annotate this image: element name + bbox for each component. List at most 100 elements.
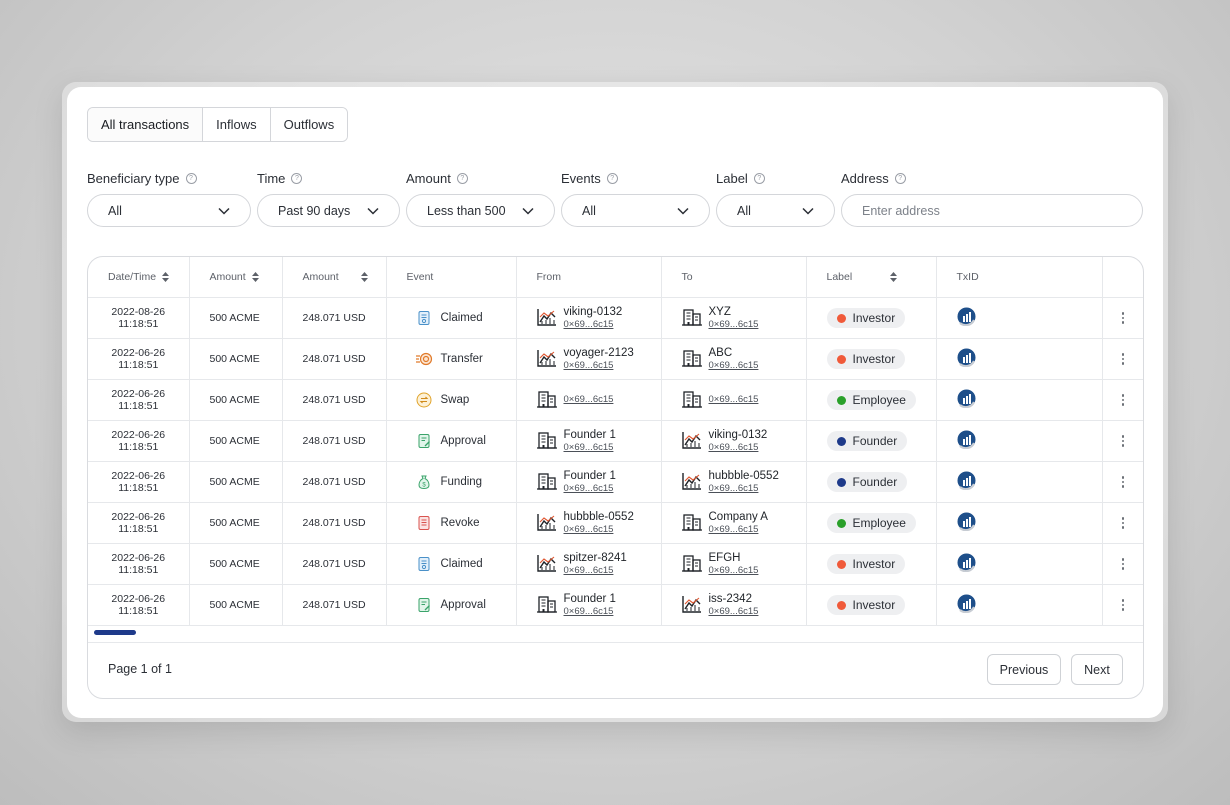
txid-explorer-icon[interactable] xyxy=(957,512,976,534)
label-badge: Employee xyxy=(826,390,916,410)
kebab-menu-icon[interactable] xyxy=(1103,517,1144,529)
kebab-menu-icon[interactable] xyxy=(1103,599,1144,611)
from-address-link[interactable]: 0×69...6c15 xyxy=(564,483,616,495)
label-badge: Investor xyxy=(826,595,906,615)
help-icon[interactable]: ? xyxy=(456,173,468,184)
from-address-link[interactable]: 0×69...6c15 xyxy=(564,606,616,618)
from-cell: hubbble-0552 0×69...6c15 xyxy=(516,502,662,544)
building-icon xyxy=(536,390,557,411)
label-badge: Investor xyxy=(826,308,906,328)
txid-explorer-icon[interactable] xyxy=(957,307,976,329)
table-row[interactable]: 2022-06-26 11:18:51 500 ACME 248.071 USD $ Fu… xyxy=(88,461,1144,503)
next-button[interactable]: Next xyxy=(1071,654,1123,685)
previous-button[interactable]: Previous xyxy=(987,654,1061,685)
from-name: Founder 1 xyxy=(563,469,616,482)
filter-label-time: Time? xyxy=(257,171,303,186)
to-address-link[interactable]: 0×69...6c15 xyxy=(709,360,759,372)
col-datetime[interactable]: Date/Time xyxy=(88,257,190,298)
kebab-menu-icon[interactable] xyxy=(1103,394,1144,406)
beneficiary-select[interactable]: All xyxy=(87,194,251,227)
table-row[interactable]: 2022-06-26 11:18:51 500 ACME 248.071 USD Tra… xyxy=(88,338,1144,380)
table-row[interactable]: 2022-08-26 11:18:51 500 ACME 248.071 USD Cla… xyxy=(88,297,1144,339)
from-address-link[interactable]: 0×69...6c15 xyxy=(564,524,634,536)
from-address-link[interactable]: 0×69...6c15 xyxy=(564,442,616,454)
horizontal-scrollbar[interactable] xyxy=(94,630,136,635)
to-address-link[interactable]: 0×69...6c15 xyxy=(709,606,759,618)
actions-cell xyxy=(1102,461,1144,503)
help-icon[interactable]: ? xyxy=(894,173,906,184)
filter-label-address: Address? xyxy=(841,171,906,186)
event-cell: Swap xyxy=(386,379,517,421)
table-row[interactable]: 2022-06-26 11:18:51 500 ACME 248.071 USD App… xyxy=(88,420,1144,462)
from-address-link[interactable]: 0×69...6c15 xyxy=(564,565,627,577)
col-label[interactable]: Label xyxy=(806,257,937,298)
to-address-link[interactable]: 0×69...6c15 xyxy=(709,483,779,495)
kebab-menu-icon[interactable] xyxy=(1103,353,1144,365)
label-text: Investor xyxy=(852,598,896,612)
to-address-link[interactable]: 0×69...6c15 xyxy=(709,319,759,331)
filter-label-events: Events? xyxy=(561,171,618,186)
txid-cell xyxy=(936,543,1103,585)
txid-explorer-icon[interactable] xyxy=(957,471,976,493)
txid-explorer-icon[interactable] xyxy=(957,430,976,452)
label-badge: Employee xyxy=(826,513,916,533)
help-icon[interactable]: ? xyxy=(185,173,197,184)
address-input[interactable] xyxy=(841,194,1143,227)
from-name: Founder 1 xyxy=(563,428,616,441)
from-address-link[interactable]: 0×69...6c15 xyxy=(564,319,623,331)
table-row[interactable]: 2022-06-26 11:18:51 500 ACME 248.071 USD Cla… xyxy=(88,543,1144,585)
kebab-menu-icon[interactable] xyxy=(1103,312,1144,324)
to-address-link[interactable]: 0×69...6c15 xyxy=(709,524,768,536)
label-text: Employee xyxy=(852,516,906,530)
to-address-link[interactable]: 0×69...6c15 xyxy=(709,394,759,406)
label-text: Investor xyxy=(852,311,896,325)
col-amount[interactable]: Amount xyxy=(189,257,283,298)
kebab-menu-icon[interactable] xyxy=(1103,558,1144,570)
from-address-link[interactable]: 0×69...6c15 xyxy=(564,394,614,406)
chevron-down-icon xyxy=(367,207,379,215)
time-select[interactable]: Past 90 days xyxy=(257,194,400,227)
txid-explorer-icon[interactable] xyxy=(957,348,976,370)
txid-cell xyxy=(936,502,1103,544)
sort-icon xyxy=(251,272,259,283)
transaction-tabs: All transactions Inflows Outflows xyxy=(87,107,349,142)
chart-icon xyxy=(681,472,702,493)
chart-icon xyxy=(536,554,557,575)
amount-select[interactable]: Less than 500 xyxy=(406,194,555,227)
kebab-menu-icon[interactable] xyxy=(1103,435,1144,447)
tab-inflows[interactable]: Inflows xyxy=(203,108,271,141)
label-value: All xyxy=(737,203,751,218)
tab-all-transactions[interactable]: All transactions xyxy=(88,108,204,141)
to-name: iss-2342 xyxy=(708,592,752,605)
txid-explorer-icon[interactable] xyxy=(957,594,976,616)
event-label: Approval xyxy=(440,599,486,611)
date-time-cell: 2022-06-26 11:18:51 xyxy=(88,543,190,585)
to-address-link[interactable]: 0×69...6c15 xyxy=(709,565,759,577)
table-row[interactable]: 2022-06-26 11:18:51 500 ACME 248.071 USD Rev… xyxy=(88,502,1144,544)
kebab-menu-icon[interactable] xyxy=(1103,476,1144,488)
event-label: Transfer xyxy=(440,353,483,365)
label-badge: Founder xyxy=(826,472,908,492)
help-icon[interactable]: ? xyxy=(606,173,618,184)
to-name: XYZ xyxy=(708,305,731,318)
tab-outflows[interactable]: Outflows xyxy=(270,108,348,141)
col-amount-usd[interactable]: Amount xyxy=(282,257,387,298)
table-row[interactable]: 2022-06-26 11:18:51 500 ACME 248.071 USD App… xyxy=(88,584,1144,626)
label-text: Employee xyxy=(852,393,906,407)
col-to: To xyxy=(661,257,807,298)
table-row[interactable]: 2022-06-26 11:18:51 500 ACME 248.071 USD Swa… xyxy=(88,379,1144,421)
from-address-link[interactable]: 0×69...6c15 xyxy=(564,360,634,372)
txid-explorer-icon[interactable] xyxy=(957,389,976,411)
date: 2022-06-26 xyxy=(111,347,166,359)
amount-usd-cell: 248.071 USD xyxy=(282,461,387,503)
label-select[interactable]: All xyxy=(716,194,835,227)
document-icon xyxy=(415,309,433,327)
txid-explorer-icon[interactable] xyxy=(957,553,976,575)
amount-cell: 500 ACME xyxy=(189,379,283,421)
events-select[interactable]: All xyxy=(561,194,710,227)
help-icon[interactable]: ? xyxy=(291,173,303,184)
help-icon[interactable]: ? xyxy=(753,173,765,184)
to-address-link[interactable]: 0×69...6c15 xyxy=(709,442,768,454)
date-time-cell: 2022-08-26 11:18:51 xyxy=(88,297,190,339)
document-icon xyxy=(415,555,433,573)
